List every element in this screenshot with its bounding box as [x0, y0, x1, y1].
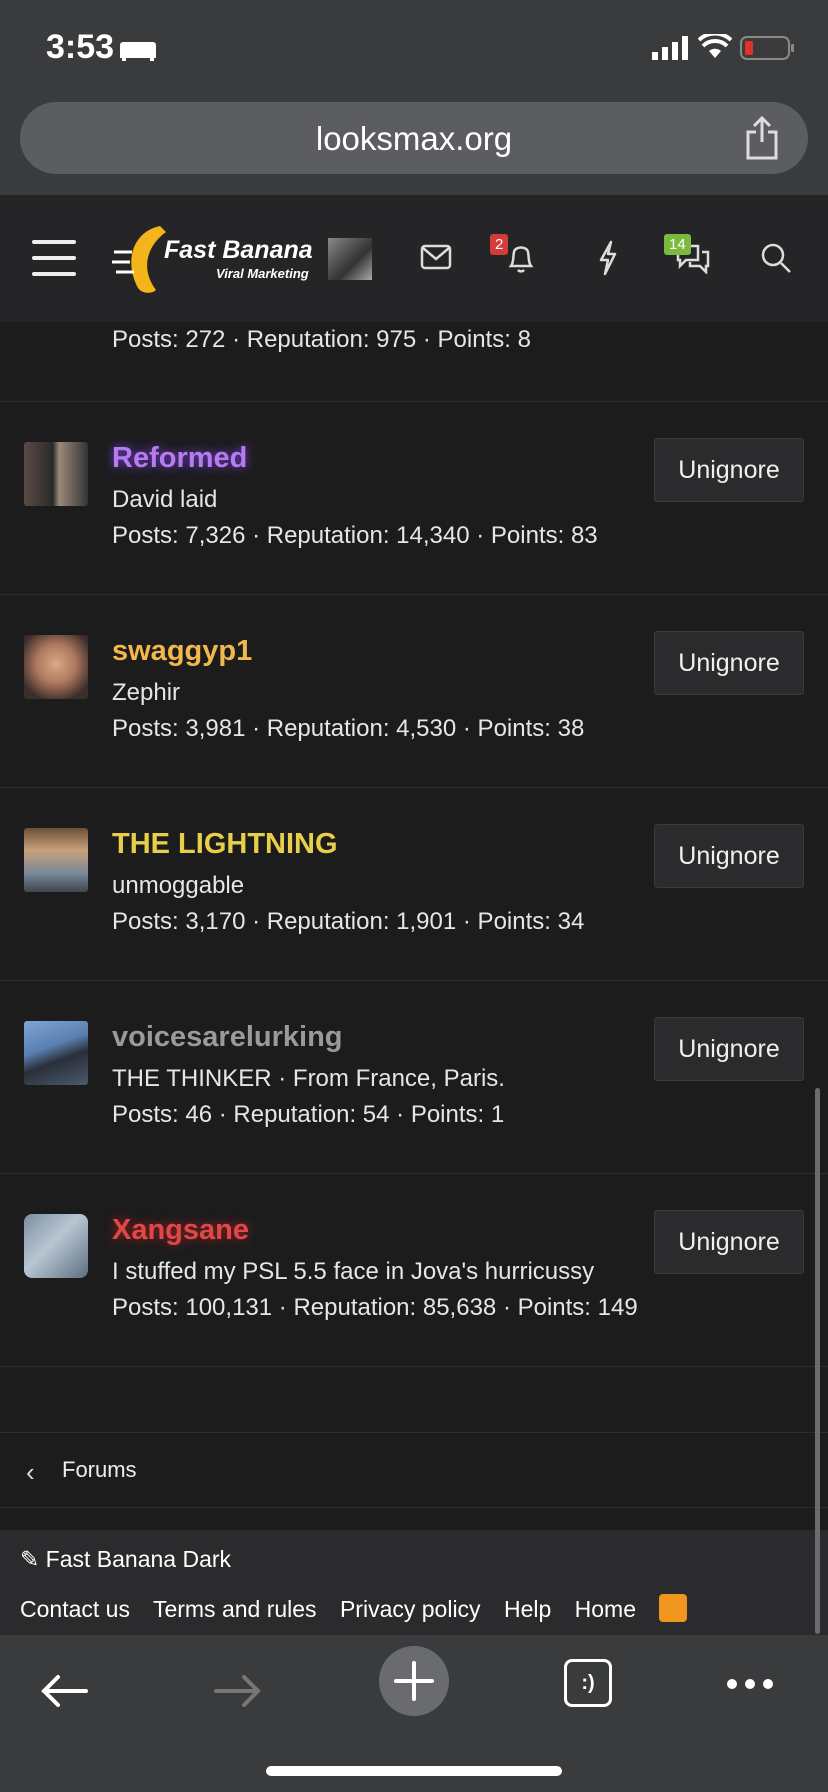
- ignored-users-list: Posts: 272 · Reputation: 975 · Points: 8…: [0, 322, 828, 1367]
- footer-link-privacy[interactable]: Privacy policy: [340, 1596, 481, 1622]
- user-stats: Posts: 46 · Reputation: 54 · Points: 1: [112, 1101, 505, 1128]
- footer-link-help[interactable]: Help: [504, 1596, 551, 1622]
- breadcrumb[interactable]: ‹ Forums: [0, 1432, 828, 1508]
- list-item: Xangsane I stuffed my PSL 5.5 face in Jo…: [0, 1174, 828, 1367]
- browser-address-area: looksmax.org: [0, 94, 828, 196]
- username[interactable]: Reformed: [112, 442, 247, 475]
- alerts-badge: 2: [490, 234, 509, 255]
- avatar[interactable]: [24, 1214, 88, 1278]
- bell-icon[interactable]: [506, 240, 536, 276]
- account-avatar[interactable]: [328, 238, 372, 280]
- scrollbar[interactable]: [815, 1088, 820, 1634]
- search-icon[interactable]: [760, 242, 792, 274]
- avatar[interactable]: [24, 828, 88, 892]
- status-time: 3:53: [46, 28, 115, 66]
- paintbrush-icon: ✎: [20, 1546, 40, 1572]
- more-icon[interactable]: [726, 1677, 774, 1691]
- share-icon[interactable]: [744, 116, 780, 160]
- user-stats: Posts: 3,981 · Reputation: 4,530 · Point…: [112, 715, 585, 742]
- address-bar[interactable]: looksmax.org: [20, 102, 808, 174]
- user-title: Zephir: [112, 679, 181, 706]
- username[interactable]: swaggyp1: [112, 635, 252, 668]
- unignore-button[interactable]: Unignore: [654, 631, 804, 695]
- logo-title: Fast Banana: [164, 236, 313, 264]
- username[interactable]: THE LIGHTNING: [112, 828, 338, 861]
- footer-link-home[interactable]: Home: [575, 1596, 636, 1622]
- list-item: Reformed David laid Posts: 7,326 · Reput…: [0, 402, 828, 595]
- unignore-button[interactable]: Unignore: [654, 438, 804, 502]
- style-chooser[interactable]: ✎ Fast Banana Dark: [20, 1546, 231, 1573]
- lightning-icon[interactable]: [596, 240, 620, 276]
- user-title: David laid: [112, 486, 218, 513]
- sleep-mode-icon: [120, 42, 156, 61]
- username[interactable]: Xangsane: [112, 1214, 249, 1247]
- user-stats: Posts: 7,326 · Reputation: 14,340 · Poin…: [112, 522, 598, 549]
- breadcrumb-forums[interactable]: Forums: [62, 1457, 137, 1483]
- footer-links: Contact us Terms and rules Privacy polic…: [20, 1593, 704, 1625]
- new-tab-icon[interactable]: [378, 1645, 450, 1717]
- unignore-button[interactable]: Unignore: [654, 1017, 804, 1081]
- user-title: THE THINKER · From France, Paris.: [112, 1065, 505, 1092]
- wifi-icon: [698, 34, 732, 58]
- signal-icon: [652, 36, 688, 60]
- user-title: I stuffed my PSL 5.5 face in Jova's hurr…: [112, 1258, 595, 1285]
- inbox-icon[interactable]: [420, 244, 452, 270]
- avatar[interactable]: [24, 635, 88, 699]
- list-item: swaggyp1 Zephir Posts: 3,981 · Reputatio…: [0, 595, 828, 788]
- unignore-button[interactable]: Unignore: [654, 824, 804, 888]
- banana-icon: [112, 226, 166, 293]
- avatar[interactable]: [24, 1021, 88, 1085]
- style-name: Fast Banana Dark: [45, 1546, 232, 1572]
- list-item: voicesarelurking THE THINKER · From Fran…: [0, 981, 828, 1174]
- site-header: Fast Banana Viral Marketing 2 14: [0, 196, 828, 322]
- previous-user-stats: Posts: 272 · Reputation: 975 · Points: 8: [0, 322, 828, 402]
- avatar[interactable]: [24, 442, 88, 506]
- list-item: THE LIGHTNING unmoggable Posts: 3,170 · …: [0, 788, 828, 981]
- footer-link-contact[interactable]: Contact us: [20, 1596, 130, 1622]
- user-stats: Posts: 3,170 · Reputation: 1,901 · Point…: [112, 908, 585, 935]
- home-indicator: [266, 1766, 562, 1776]
- status-bar: 3:53: [0, 0, 828, 94]
- chevron-left-icon: ‹: [26, 1457, 35, 1487]
- url-text: looksmax.org: [315, 120, 513, 157]
- username[interactable]: voicesarelurking: [112, 1021, 343, 1054]
- back-arrow-icon[interactable]: [38, 1673, 90, 1709]
- tabs-button[interactable]: :): [564, 1659, 612, 1707]
- user-stats: Posts: 100,131 · Reputation: 85,638 · Po…: [112, 1294, 638, 1321]
- rss-icon[interactable]: [659, 1593, 688, 1622]
- menu-icon[interactable]: [32, 240, 76, 276]
- conversations-badge: 14: [664, 234, 691, 255]
- site-footer: ✎ Fast Banana Dark Contact us Terms and …: [0, 1530, 828, 1634]
- unignore-button[interactable]: Unignore: [654, 1210, 804, 1274]
- footer-link-terms[interactable]: Terms and rules: [153, 1596, 317, 1622]
- site-logo[interactable]: Fast Banana Viral Marketing: [112, 222, 313, 296]
- user-title: unmoggable: [112, 872, 245, 899]
- logo-subtitle: Viral Marketing: [216, 266, 309, 281]
- forward-arrow-icon[interactable]: [212, 1673, 264, 1709]
- battery-icon: [740, 36, 794, 60]
